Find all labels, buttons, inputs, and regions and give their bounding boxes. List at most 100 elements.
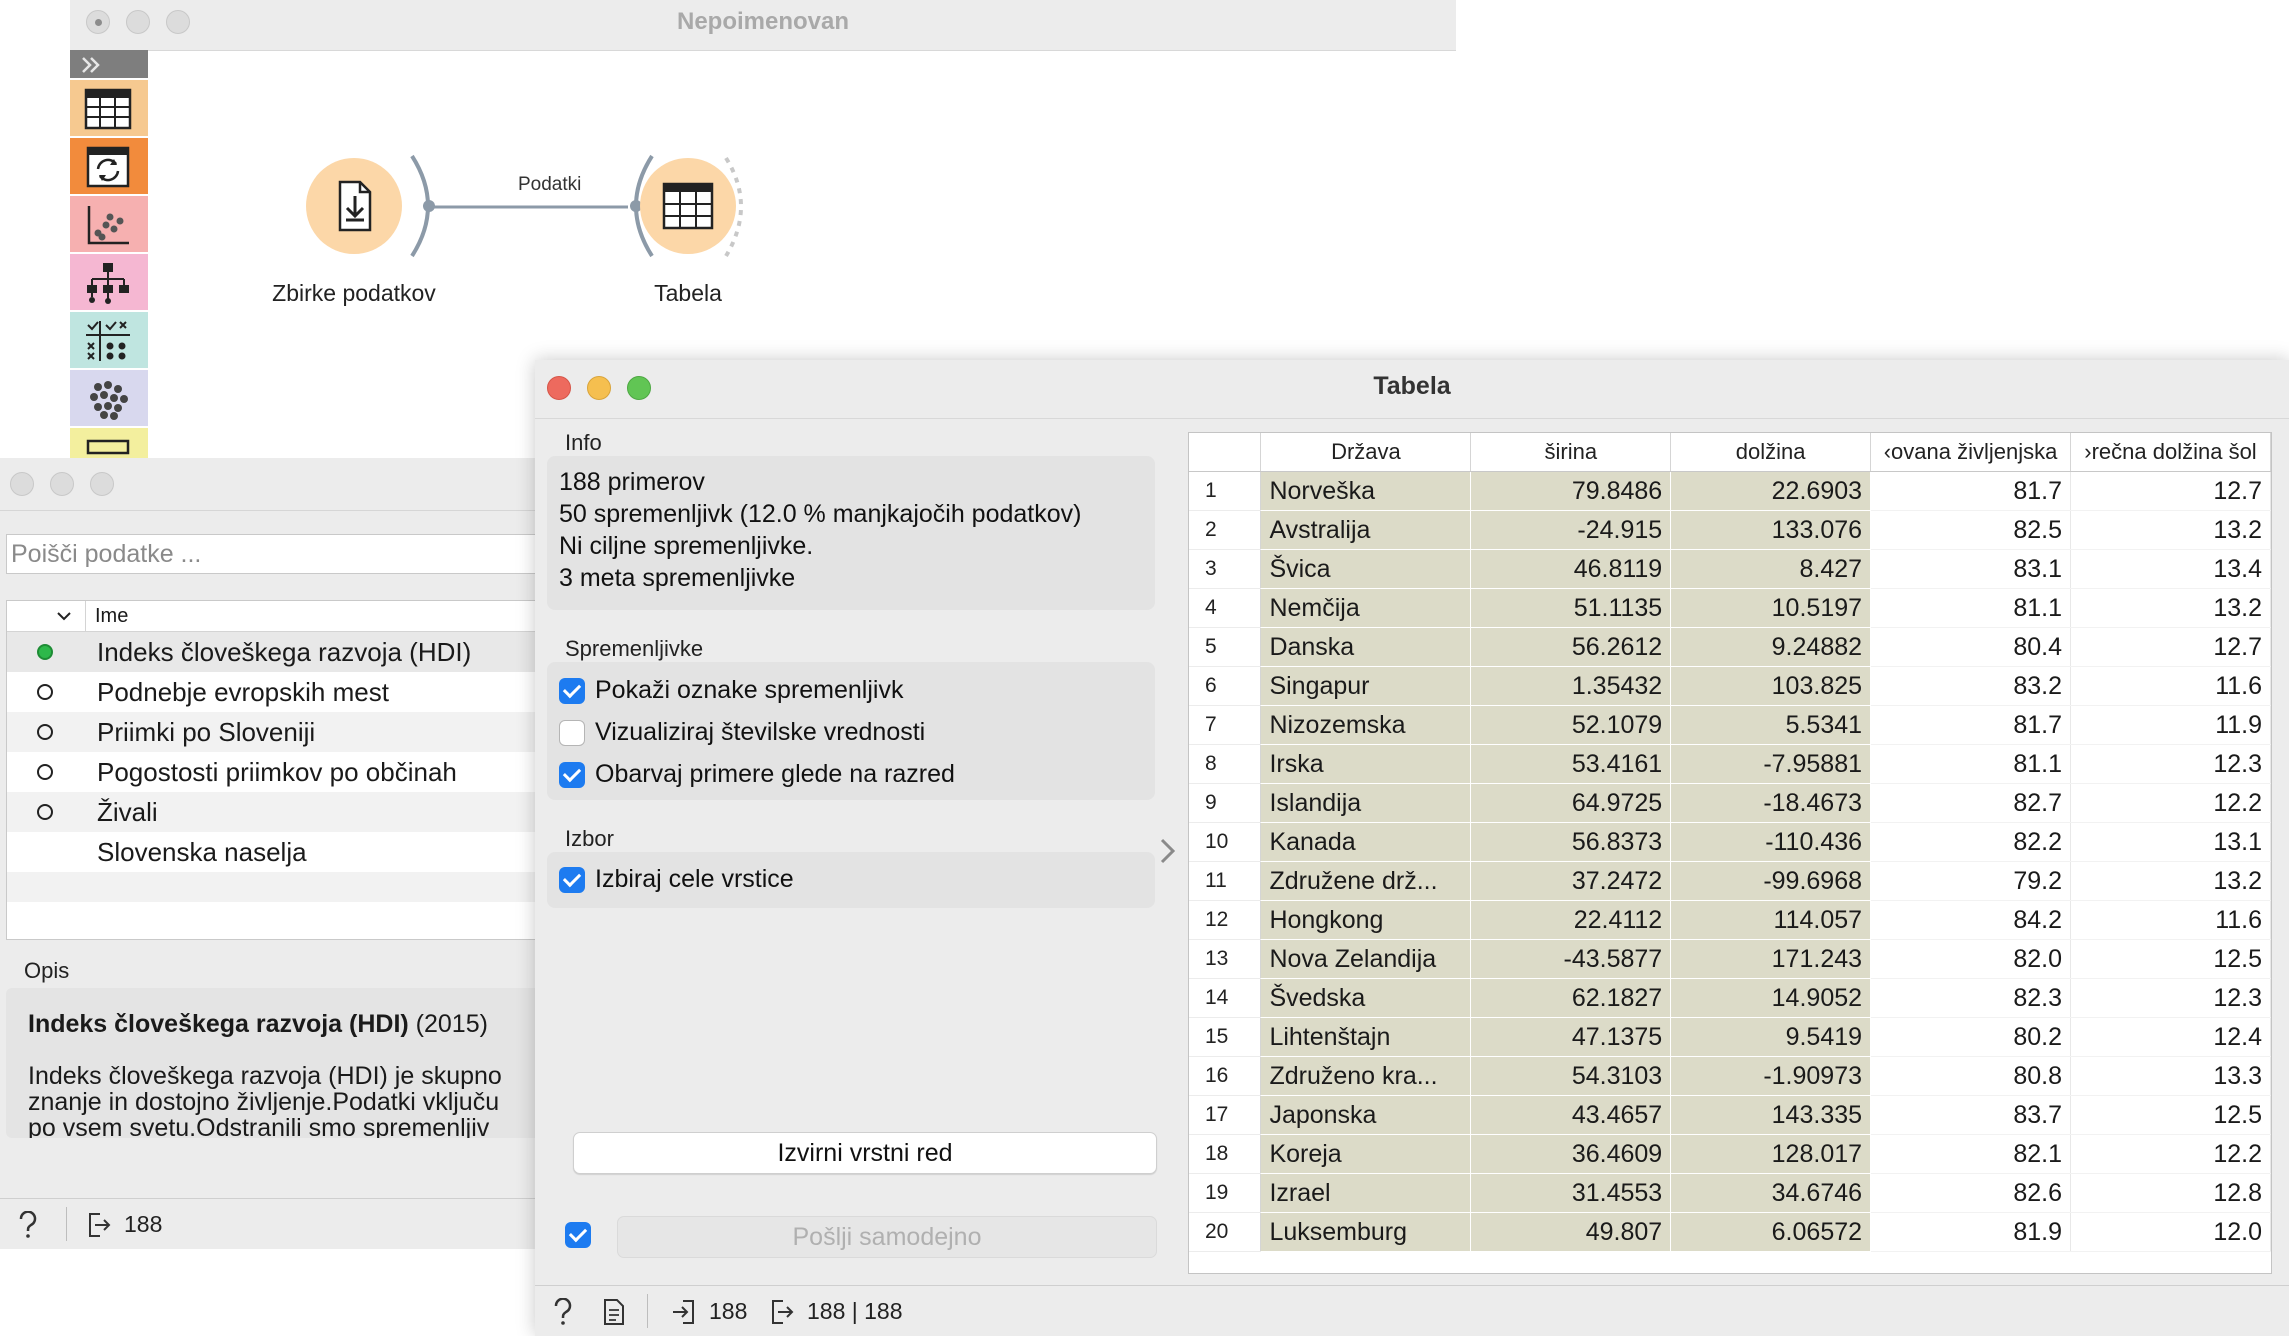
cell-latitude[interactable]: 22.4112: [1470, 900, 1672, 940]
toolbox-model-category[interactable]: [70, 254, 148, 312]
cell-latitude[interactable]: 36.4609: [1470, 1134, 1672, 1174]
cell-schooling[interactable]: 13.4: [2070, 549, 2271, 589]
row-number[interactable]: 17: [1189, 1095, 1262, 1135]
cell-schooling[interactable]: 13.2: [2070, 588, 2271, 628]
table-row[interactable]: 18 Koreja 36.4609 128.017 82.1 12.2: [1189, 1134, 2271, 1174]
row-number[interactable]: 3: [1189, 549, 1262, 589]
cell-country[interactable]: Švica: [1260, 549, 1472, 589]
data-table[interactable]: Država širina dolžina ‹ovana življenjska…: [1188, 432, 2272, 1274]
table-row[interactable]: 11 Združene drž... 37.2472 -99.6968 79.2 13.2: [1189, 861, 2271, 901]
toolbox-transform-category[interactable]: [70, 138, 148, 196]
table-row[interactable]: 5 Danska 56.2612 9.24882 80.4 12.7: [1189, 627, 2271, 667]
cell-schooling[interactable]: 12.5: [2070, 1095, 2271, 1135]
cell-country[interactable]: Združeno kra...: [1260, 1056, 1472, 1096]
cell-latitude[interactable]: 47.1375: [1470, 1017, 1672, 1057]
cell-latitude[interactable]: 31.4553: [1470, 1173, 1672, 1213]
row-number[interactable]: 14: [1189, 978, 1262, 1018]
cell-schooling[interactable]: 12.2: [2070, 783, 2271, 823]
table-row[interactable]: 15 Lihtenštajn 47.1375 9.5419 80.2 12.4: [1189, 1017, 2271, 1057]
cell-schooling[interactable]: 11.6: [2070, 900, 2271, 940]
cell-longitude[interactable]: -7.95881: [1670, 744, 1872, 784]
cell-longitude[interactable]: 114.057: [1670, 900, 1872, 940]
cell-country[interactable]: Danska: [1260, 627, 1472, 667]
cell-life-expectancy[interactable]: 83.2: [1870, 666, 2071, 706]
row-number[interactable]: 1: [1189, 471, 1262, 511]
cell-country[interactable]: Hongkong: [1260, 900, 1472, 940]
row-number[interactable]: 12: [1189, 900, 1262, 940]
cell-latitude[interactable]: 54.3103: [1470, 1056, 1672, 1096]
cell-latitude[interactable]: 64.9725: [1470, 783, 1672, 823]
row-number[interactable]: 13: [1189, 939, 1262, 979]
cell-latitude[interactable]: 1.35432: [1470, 666, 1672, 706]
cell-longitude[interactable]: 6.06572: [1670, 1212, 1872, 1252]
dataset-row[interactable]: Pogostosti priimkov po občinah: [7, 752, 535, 792]
row-number[interactable]: 8: [1189, 744, 1262, 784]
table-row[interactable]: 20 Luksemburg 49.807 6.06572 81.9 12.0: [1189, 1212, 2271, 1252]
cell-country[interactable]: Avstralija: [1260, 510, 1472, 550]
cell-longitude[interactable]: 14.9052: [1670, 978, 1872, 1018]
cell-country[interactable]: Irska: [1260, 744, 1472, 784]
cell-country[interactable]: Nemčija: [1260, 588, 1472, 628]
cell-life-expectancy[interactable]: 84.2: [1870, 900, 2071, 940]
cell-country[interactable]: Izrael: [1260, 1173, 1472, 1213]
cell-longitude[interactable]: 34.6746: [1670, 1173, 1872, 1213]
cell-schooling[interactable]: 12.3: [2070, 978, 2271, 1018]
cell-latitude[interactable]: -24.915: [1470, 510, 1672, 550]
cell-schooling[interactable]: 13.2: [2070, 510, 2271, 550]
row-number[interactable]: 11: [1189, 861, 1262, 901]
cell-life-expectancy[interactable]: 82.2: [1870, 822, 2071, 862]
cell-latitude[interactable]: 53.4161: [1470, 744, 1672, 784]
table-row[interactable]: 13 Nova Zelandija -43.5877 171.243 82.0 12.5: [1189, 939, 2271, 979]
cell-longitude[interactable]: 133.076: [1670, 510, 1872, 550]
row-number[interactable]: 15: [1189, 1017, 1262, 1057]
cell-life-expectancy[interactable]: 81.1: [1870, 744, 2071, 784]
cell-country[interactable]: Združene drž...: [1260, 861, 1472, 901]
table-row[interactable]: 19 Izrael 31.4553 34.6746 82.6 12.8: [1189, 1173, 2271, 1213]
data-table-grid[interactable]: Država širina dolžina ‹ovana življenjska…: [1189, 433, 2271, 1252]
cell-longitude[interactable]: 5.5341: [1670, 705, 1872, 745]
cell-longitude[interactable]: 22.6903: [1670, 471, 1872, 511]
cell-country[interactable]: Singapur: [1260, 666, 1472, 706]
cell-schooling[interactable]: 12.8: [2070, 1173, 2271, 1213]
cell-longitude[interactable]: 9.24882: [1670, 627, 1872, 667]
cell-country[interactable]: Nova Zelandija: [1260, 939, 1472, 979]
color-by-class-label[interactable]: Obarvaj primere glede na razred: [595, 760, 955, 789]
cell-schooling[interactable]: 13.1: [2070, 822, 2271, 862]
cell-life-expectancy[interactable]: 83.1: [1870, 549, 2071, 589]
cell-country[interactable]: Kanada: [1260, 822, 1472, 862]
cell-life-expectancy[interactable]: 82.6: [1870, 1173, 2071, 1213]
column-header[interactable]: ‹ovana življenjska: [1870, 433, 2071, 472]
cell-life-expectancy[interactable]: 83.7: [1870, 1095, 2071, 1135]
select-full-rows-label[interactable]: Izbiraj cele vrstice: [595, 865, 794, 894]
cell-life-expectancy[interactable]: 81.7: [1870, 705, 2071, 745]
select-full-rows-checkbox[interactable]: [559, 867, 585, 893]
report-icon[interactable]: [603, 1298, 625, 1326]
table-row[interactable]: 10 Kanada 56.8373 -110.436 82.2 13.1: [1189, 822, 2271, 862]
cell-longitude[interactable]: 10.5197: [1670, 588, 1872, 628]
cell-latitude[interactable]: 56.8373: [1470, 822, 1672, 862]
row-number[interactable]: 20: [1189, 1212, 1262, 1252]
row-number[interactable]: 18: [1189, 1134, 1262, 1174]
cell-life-expectancy[interactable]: 81.1: [1870, 588, 2071, 628]
cell-latitude[interactable]: 46.8119: [1470, 549, 1672, 589]
dataset-row[interactable]: Podnebje evropskih mest: [7, 672, 535, 712]
cell-schooling[interactable]: 13.3: [2070, 1056, 2271, 1096]
table-row[interactable]: 3 Švica 46.8119 8.427 83.1 13.4: [1189, 549, 2271, 589]
cell-life-expectancy[interactable]: 82.7: [1870, 783, 2071, 823]
visualize-values-label[interactable]: Vizualiziraj številske vrednosti: [595, 718, 925, 747]
dataset-row[interactable]: Slovenska naselja: [7, 832, 535, 872]
cell-longitude[interactable]: -99.6968: [1670, 861, 1872, 901]
cell-country[interactable]: Islandija: [1260, 783, 1472, 823]
column-header[interactable]: Država: [1260, 433, 1472, 472]
cell-country[interactable]: Nizozemska: [1260, 705, 1472, 745]
help-icon[interactable]: [551, 1298, 575, 1326]
row-number[interactable]: 2: [1189, 510, 1262, 550]
cell-country[interactable]: Koreja: [1260, 1134, 1472, 1174]
cell-latitude[interactable]: -43.5877: [1470, 939, 1672, 979]
cell-longitude[interactable]: -1.90973: [1670, 1056, 1872, 1096]
cell-schooling[interactable]: 12.7: [2070, 471, 2271, 511]
cell-life-expectancy[interactable]: 82.1: [1870, 1134, 2071, 1174]
chevron-right-icon[interactable]: [1157, 836, 1179, 866]
cell-life-expectancy[interactable]: 80.8: [1870, 1056, 2071, 1096]
cell-longitude[interactable]: -110.436: [1670, 822, 1872, 862]
